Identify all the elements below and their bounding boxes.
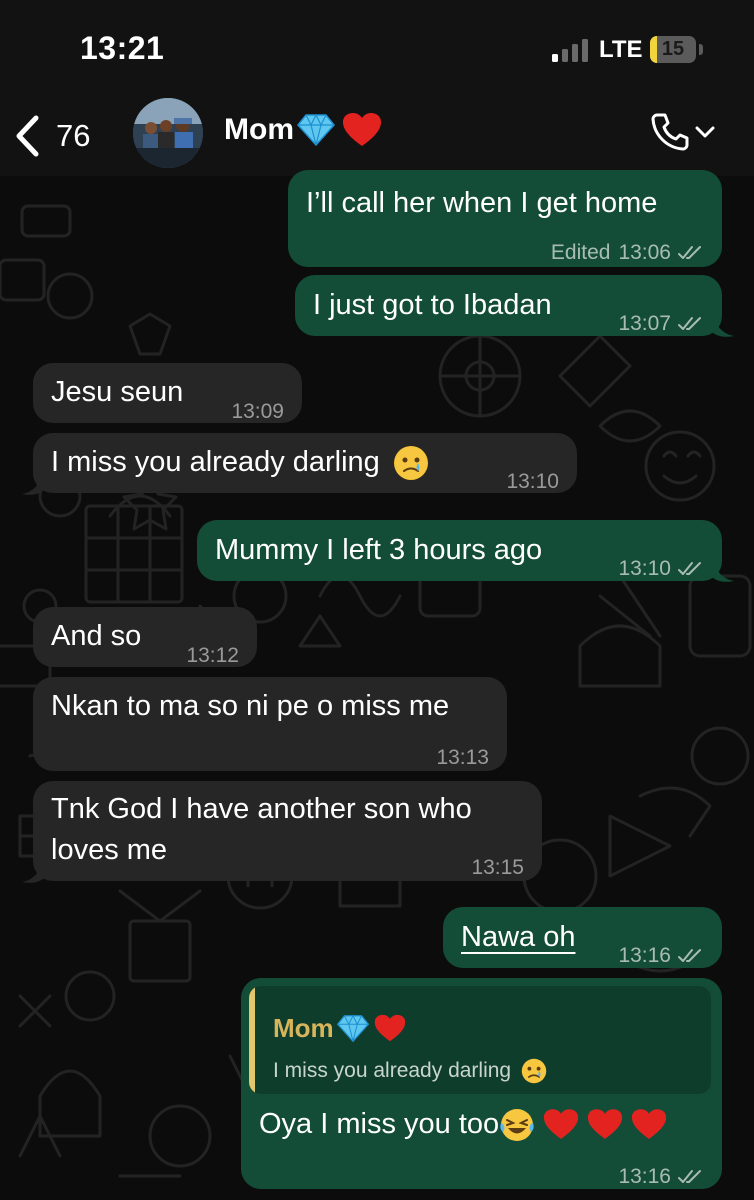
unread-count: 76	[56, 118, 91, 153]
message-time: 13:12	[186, 644, 239, 667]
message-text-content: Oya I miss you too	[259, 1108, 500, 1140]
message-time: 13:16	[618, 1165, 671, 1188]
message-text: Nkan to ma so ni pe o miss me	[51, 690, 450, 722]
message-meta: 13:07	[618, 303, 704, 344]
message-bubble-incoming[interactable]: Nkan to ma so ni pe o miss me 13:13	[33, 677, 507, 771]
heart-icon	[374, 1014, 405, 1042]
message-bubble-outgoing[interactable]: I’ll call her when I get home Edited 13:…	[288, 170, 722, 267]
signal-icon	[552, 38, 592, 62]
heart-icon	[588, 1109, 623, 1139]
laughing-face-icon	[500, 1108, 534, 1141]
battery-icon: 15	[650, 36, 696, 63]
message-meta: 13:10	[618, 548, 704, 589]
message-time: 13:15	[471, 856, 524, 879]
voice-call-button[interactable]	[650, 112, 716, 152]
heart-icon	[343, 113, 381, 146]
message-time: 13:09	[231, 400, 284, 423]
avatar[interactable]	[133, 98, 203, 168]
status-bar: 13:21 LTE 15	[0, 0, 754, 96]
chat-header: 76 Mom	[0, 96, 754, 176]
message-meta: 13:15	[471, 847, 524, 888]
quote-author-label: Mom	[273, 1013, 334, 1043]
bubble-tail	[22, 470, 44, 495]
message-bubble-outgoing[interactable]: I just got to Ibadan 13:07	[295, 275, 722, 336]
quote-accent-bar	[249, 986, 255, 1094]
crying-face-icon	[521, 1058, 547, 1083]
message-bubble-outgoing[interactable]: Mummy I left 3 hours ago 13:10	[197, 520, 722, 581]
message-text: Mummy I left 3 hours ago	[215, 534, 543, 566]
message-text: I miss you already darling	[51, 442, 428, 483]
message-meta: 13:13	[436, 737, 489, 778]
heart-icon	[632, 1109, 667, 1139]
message-text: Jesu seun	[51, 376, 184, 408]
message-meta: Edited 13:06	[551, 232, 704, 273]
diamond-icon	[297, 113, 335, 147]
message-link-text[interactable]: Nawa oh	[461, 917, 575, 958]
battery-level: 15	[661, 38, 685, 60]
read-receipt-icon	[678, 316, 701, 330]
network-type: LTE	[599, 36, 643, 63]
read-receipt-icon	[678, 245, 701, 259]
message-text: I’ll call her when I get home	[306, 187, 658, 219]
message-bubble-incoming[interactable]: I miss you already darling 13:10	[33, 433, 577, 493]
message-text: I just got to Ibadan	[313, 289, 552, 321]
bubble-tail	[22, 858, 44, 883]
status-time: 13:21	[80, 30, 165, 66]
chevron-down-icon	[695, 126, 715, 138]
quote-text: I miss you already darling	[273, 1050, 547, 1091]
chevron-left-icon	[16, 115, 39, 157]
message-time: 13:10	[618, 557, 671, 580]
message-text: Oya I miss you too	[259, 1104, 667, 1145]
message-time: 13:07	[618, 312, 671, 335]
diamond-icon	[336, 1014, 369, 1043]
read-receipt-icon	[678, 1169, 701, 1183]
message-bubble-incoming[interactable]: Tnk God I have another son who loves me …	[33, 781, 542, 881]
edited-label: Edited	[550, 241, 611, 264]
message-text-content: I miss you already darling	[51, 446, 380, 478]
message-bubble-incoming[interactable]: Jesu seun 13:09	[33, 363, 302, 423]
heart-icon	[544, 1109, 579, 1139]
message-time: 13:13	[436, 746, 489, 769]
phone-icon	[651, 113, 689, 151]
read-receipt-icon	[678, 561, 701, 575]
message-meta: 13:10	[506, 461, 559, 502]
quote-text-content: I miss you already darling	[273, 1059, 512, 1082]
message-bubble-outgoing-reply[interactable]: Mom I miss you already darling Oya I mis…	[241, 978, 722, 1189]
bubble-tail	[712, 312, 734, 337]
message-meta: 13:09	[231, 391, 284, 432]
quoted-message[interactable]: Mom I miss you already darling	[249, 986, 711, 1094]
message-time: 13:16	[618, 944, 671, 967]
message-meta: 13:16	[618, 935, 704, 976]
crying-face-icon	[393, 445, 428, 480]
message-time: 13:06	[618, 241, 671, 264]
bubble-tail	[712, 557, 734, 582]
message-time: 13:10	[506, 470, 559, 493]
message-meta: 13:16	[618, 1156, 704, 1197]
message-bubble-incoming[interactable]: And so 13:12	[33, 607, 257, 667]
message-bubble-outgoing[interactable]: Nawa oh 13:16	[443, 907, 722, 968]
message-meta: 13:12	[186, 635, 239, 676]
contact-name[interactable]: Mom	[224, 112, 382, 148]
message-text-line-1: Tnk God I have another son who	[51, 793, 472, 825]
battery-tip	[699, 44, 703, 55]
back-button[interactable]: 76	[14, 114, 90, 158]
message-text-line-2: loves me	[51, 834, 168, 866]
quote-author: Mom	[273, 1008, 406, 1049]
read-receipt-icon	[678, 948, 701, 962]
message-text: And so	[51, 620, 142, 652]
contact-name-label: Mom	[224, 113, 294, 146]
